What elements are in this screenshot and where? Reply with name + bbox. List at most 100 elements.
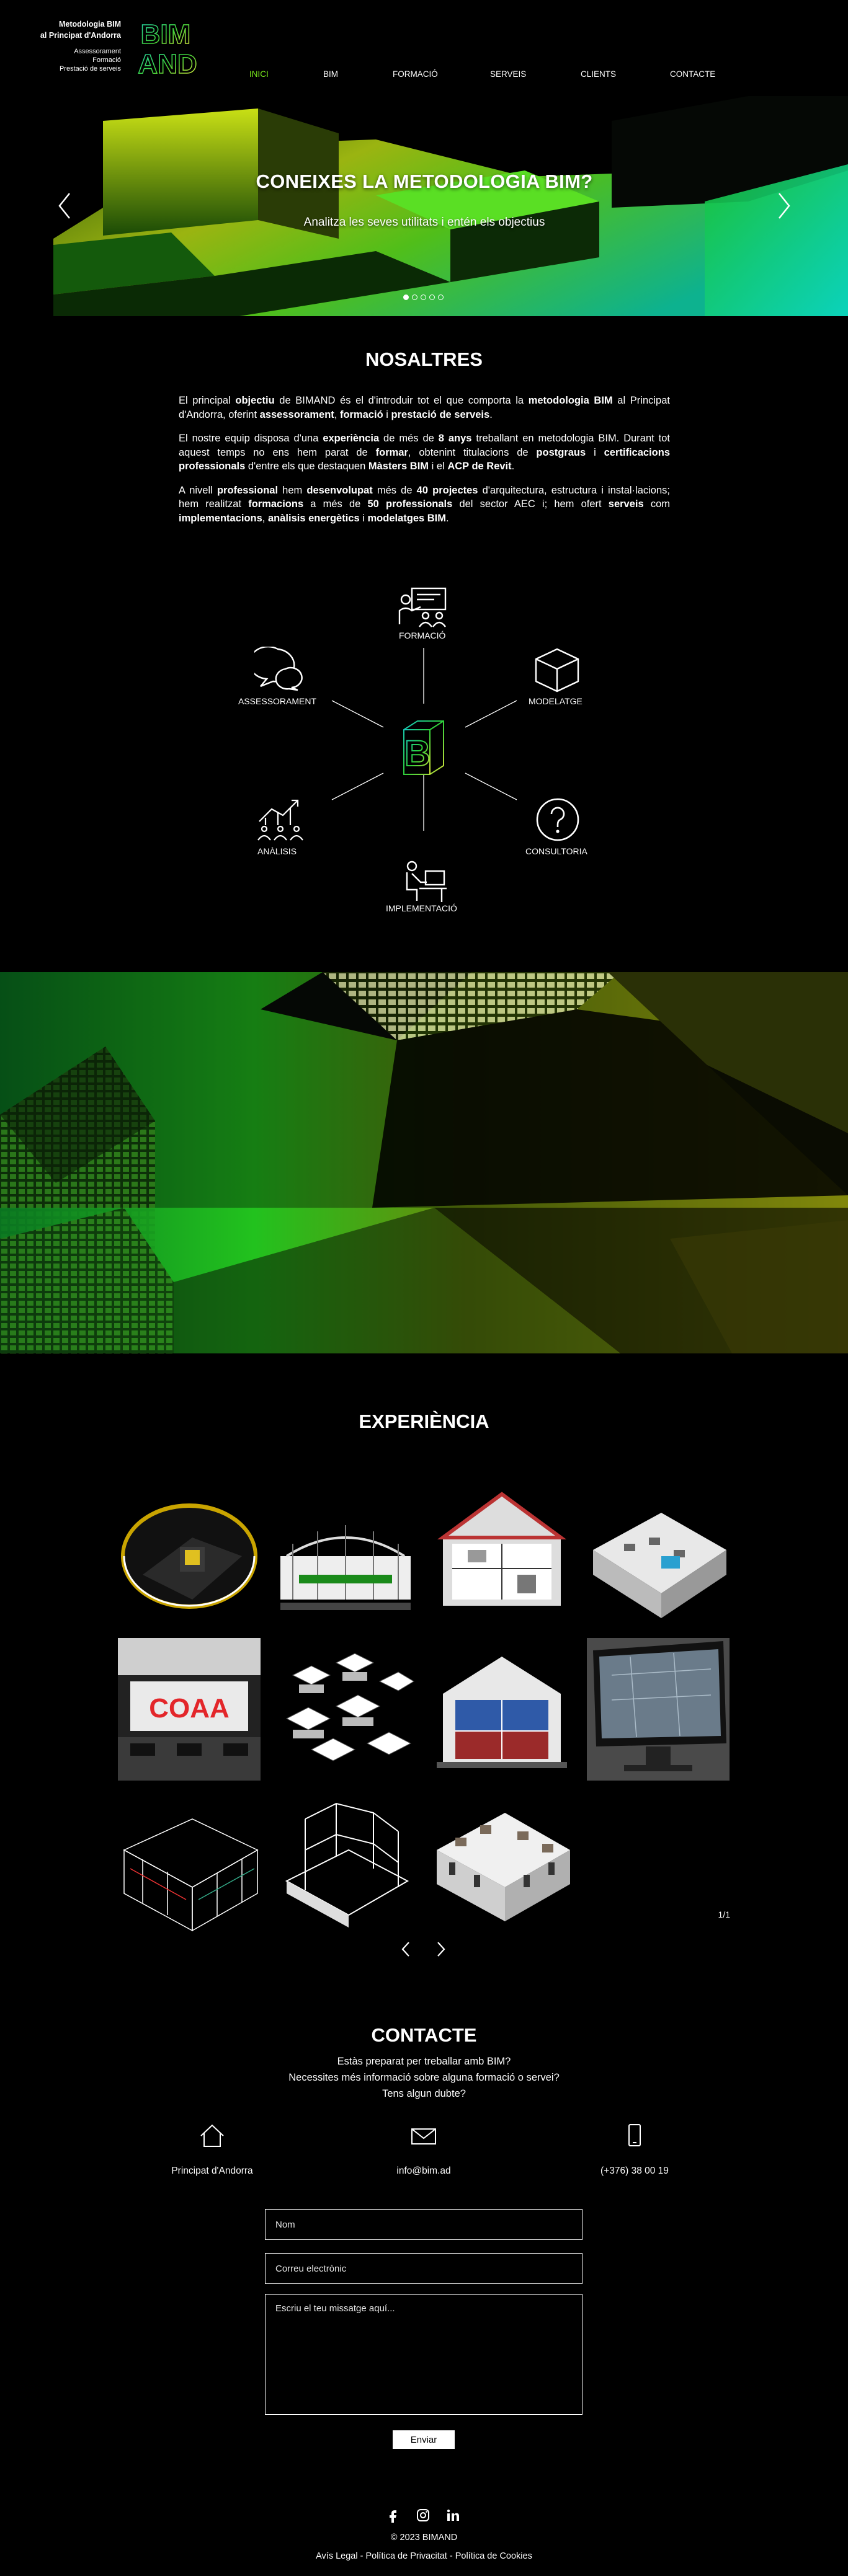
buildings-image-band bbox=[0, 972, 848, 1353]
about-title: NOSALTRES bbox=[365, 348, 483, 370]
contact-location-text: Principat d'Andorra bbox=[171, 2166, 253, 2176]
question-circle-icon bbox=[536, 798, 579, 841]
svg-text:COAA: COAA bbox=[149, 1693, 230, 1724]
linkedin-icon[interactable] bbox=[445, 2508, 460, 2523]
nav-item-serveis[interactable]: SERVEIS bbox=[490, 69, 526, 79]
presentation-icon bbox=[398, 587, 447, 627]
gallery-tile-10[interactable] bbox=[274, 1794, 417, 1937]
gallery-tile-2[interactable] bbox=[274, 1482, 417, 1624]
brand-tagline-1: Assessorament bbox=[74, 48, 121, 55]
diagram-label-modelatge: MODELATGE bbox=[529, 696, 582, 706]
diagram-label-consultoria: CONSULTORIA bbox=[525, 846, 587, 856]
emphasis: modelatges BIM bbox=[367, 512, 447, 524]
gallery-tile-3[interactable] bbox=[431, 1482, 573, 1624]
emphasis: serveis bbox=[608, 498, 644, 510]
slider-dot-1[interactable] bbox=[403, 294, 409, 300]
emphasis: formar bbox=[375, 446, 408, 458]
chevron-right-icon[interactable] bbox=[435, 1941, 447, 1958]
instagram-icon[interactable] bbox=[416, 2508, 431, 2523]
slider-dot-3[interactable] bbox=[421, 294, 426, 300]
emphasis: formacions bbox=[248, 498, 304, 510]
facebook-icon[interactable] bbox=[386, 2508, 401, 2523]
slider-dot-5[interactable] bbox=[438, 294, 444, 300]
about-paragraph-2: El nostre equip disposa d'una experiènci… bbox=[179, 433, 671, 472]
diagram-label-analisis: ANÀLISIS bbox=[257, 846, 297, 856]
emphasis: desenvolupat bbox=[306, 484, 373, 496]
people-chart-icon bbox=[257, 799, 303, 841]
hero-background bbox=[53, 96, 848, 316]
logo-text-bim: BIM bbox=[141, 19, 191, 50]
gallery-tile-4[interactable] bbox=[587, 1482, 730, 1624]
bimand-logo[interactable]: BIM AND bbox=[133, 19, 202, 77]
emphasis: professional bbox=[216, 484, 279, 496]
gallery-tile-5[interactable]: COAA bbox=[118, 1638, 261, 1781]
contact-intro-line-2: Necessites més informació sobre alguna f… bbox=[288, 2072, 560, 2083]
slider-dot-4[interactable] bbox=[429, 294, 435, 300]
contact-phone: (+376) 38 00 19 bbox=[554, 2123, 715, 2177]
hero-subtitle: Analitza les seves utilitats i entén els… bbox=[303, 216, 545, 229]
nav-item-contacte[interactable]: CONTACTE bbox=[670, 69, 715, 79]
hero-slider: CONEIXES LA METODOLOGIA BIM? Analitza le… bbox=[53, 96, 848, 316]
about-text: El principal objectiu de BIMAND és el d'… bbox=[179, 394, 670, 535]
buildings-image bbox=[0, 972, 848, 1353]
gallery-tile-8[interactable] bbox=[587, 1638, 730, 1781]
emphasis: implementacions bbox=[179, 512, 262, 524]
bimand-b-cube-icon: B bbox=[403, 720, 444, 775]
diagram-label-assessorament: ASSESSORAMENT bbox=[238, 696, 317, 706]
emphasis: ACP de Revit bbox=[447, 461, 512, 472]
contact-email: info@bim.ad bbox=[343, 2123, 504, 2177]
contact-intro-line-3: Tens algun dubte? bbox=[382, 2088, 466, 2099]
slider-prev-arrow-icon[interactable] bbox=[56, 190, 74, 221]
gallery-tile-6[interactable] bbox=[274, 1638, 417, 1781]
emphasis: 40 projectes bbox=[416, 484, 478, 496]
home-icon bbox=[200, 2124, 224, 2147]
chevron-left-icon[interactable] bbox=[400, 1941, 411, 1958]
gallery-tile-9[interactable] bbox=[118, 1794, 261, 1937]
emphasis: experiència bbox=[323, 433, 380, 444]
email-field[interactable] bbox=[265, 2253, 582, 2284]
brand-tagline: Assessorament Formació Prestació de serv… bbox=[34, 47, 121, 73]
slider-next-arrow-icon[interactable] bbox=[774, 190, 793, 221]
legal-links[interactable]: Avís Legal - Política de Privacitat - Po… bbox=[0, 2551, 848, 2561]
services-diagram: B FORMACIÓ ASSESSORAMENT MODELATGE ANÀLI… bbox=[217, 573, 633, 921]
name-field[interactable] bbox=[265, 2209, 582, 2240]
emphasis: postgraus bbox=[536, 446, 586, 458]
emphasis: assessorament bbox=[259, 409, 334, 420]
gallery-pager: 1/1 bbox=[718, 1910, 730, 1919]
emphasis: Màsters BIM bbox=[368, 461, 429, 472]
contact-email-link[interactable]: info@bim.ad bbox=[343, 2166, 504, 2177]
desk-worker-icon bbox=[406, 861, 447, 902]
contact-phone-link[interactable]: (+376) 38 00 19 bbox=[554, 2166, 715, 2177]
nav-item-formacio[interactable]: FORMACIÓ bbox=[393, 69, 438, 79]
brand-tagline-2: Formació bbox=[92, 56, 121, 64]
experience-title: EXPERIÈNCIA bbox=[359, 1410, 489, 1432]
main-nav: INICI BIM FORMACIÓ SERVEIS CLIENTS CONTA… bbox=[236, 69, 732, 82]
gallery-tile-1[interactable] bbox=[118, 1482, 261, 1624]
cube-icon bbox=[535, 648, 579, 693]
emphasis: anàlisis energètics bbox=[267, 512, 360, 524]
copyright-text: © 2023 BIMAND bbox=[390, 2533, 458, 2543]
svg-text:B: B bbox=[404, 733, 431, 774]
send-button[interactable]: Enviar bbox=[393, 2430, 455, 2449]
about-paragraph-1: El principal objectiu de BIMAND és el d'… bbox=[179, 395, 670, 420]
contact-location: Principat d'Andorra bbox=[132, 2123, 293, 2177]
nav-item-inici[interactable]: INICI bbox=[249, 69, 269, 79]
slider-dot-2[interactable] bbox=[412, 294, 417, 300]
brand-tagline-3: Prestació de serveis bbox=[59, 65, 121, 73]
contact-intro-line-1: Estàs preparat per treballar amb BIM? bbox=[337, 2056, 511, 2067]
hero-title: CONEIXES LA METODOLOGIA BIM? bbox=[256, 170, 593, 192]
emphasis: metodologia BIM bbox=[528, 395, 613, 406]
nav-item-bim[interactable]: BIM bbox=[323, 69, 338, 79]
gallery-tile-11[interactable] bbox=[431, 1794, 573, 1937]
about-paragraph-3: A nivell professional hem desenvolupat m… bbox=[179, 484, 670, 524]
emphasis: formació bbox=[339, 409, 383, 420]
mail-icon bbox=[411, 2128, 436, 2144]
emphasis: 8 anys bbox=[438, 433, 472, 444]
legal-links-text[interactable]: Avís Legal - Política de Privacitat - Po… bbox=[316, 2551, 532, 2561]
brand-title-1: Metodologia BIM bbox=[59, 20, 121, 29]
message-field[interactable] bbox=[265, 2294, 582, 2415]
gallery-tile-7[interactable] bbox=[431, 1638, 573, 1781]
nav-item-clients[interactable]: CLIENTS bbox=[581, 69, 616, 79]
diagram-label-implementacio: IMPLEMENTACIÓ bbox=[386, 903, 457, 913]
logo-text-and: AND bbox=[138, 49, 197, 77]
